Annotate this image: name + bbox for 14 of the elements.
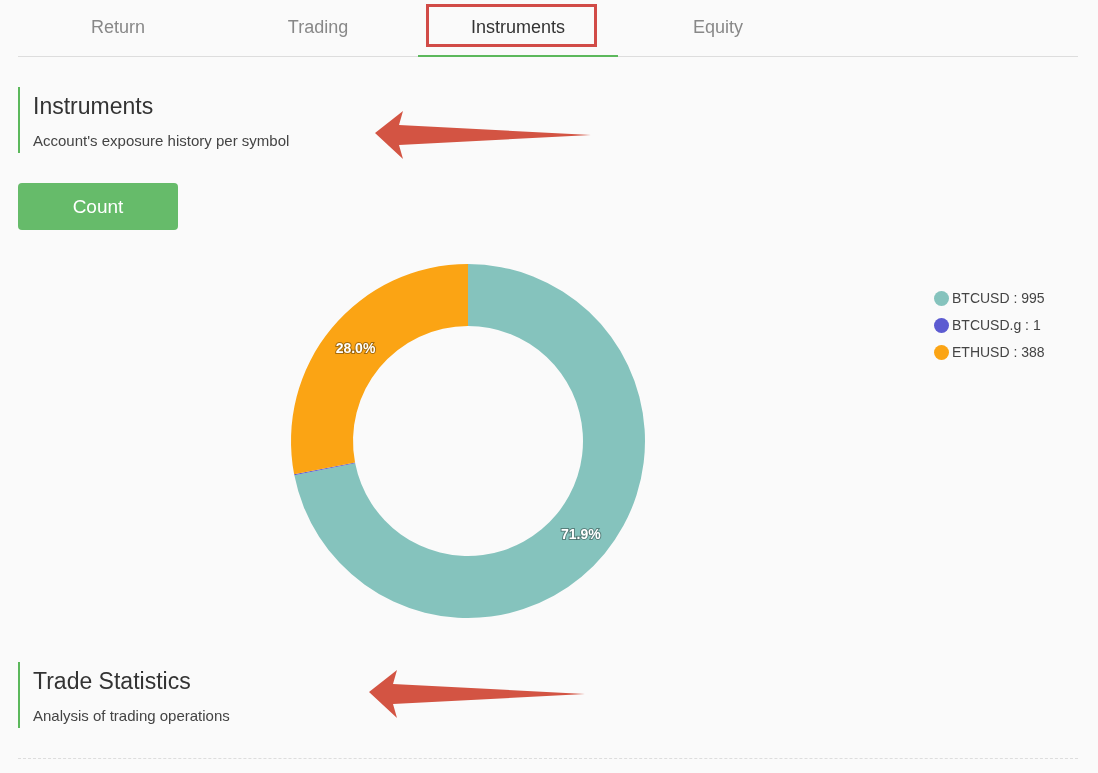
section-title: Trade Statistics: [33, 667, 192, 696]
section-subtitle: Account's exposure history per symbol: [33, 131, 291, 151]
legend-label: ETHUSD : 388: [952, 344, 1045, 360]
tab[interactable]: Trading: [218, 0, 418, 57]
legend-label: BTCUSD : 995: [952, 290, 1045, 306]
tab[interactable]: Instruments: [418, 0, 618, 57]
tab[interactable]: Return: [18, 0, 218, 57]
legend-label: BTCUSD.g : 1: [952, 317, 1041, 333]
count-button[interactable]: Count: [18, 183, 178, 230]
section-subtitle: Analysis of trading operations: [33, 706, 231, 726]
section-title: Instruments: [33, 92, 155, 121]
tab[interactable]: Equity: [618, 0, 818, 57]
data-label: 28.0%: [335, 339, 376, 356]
data-label: 71.9%: [560, 525, 601, 542]
